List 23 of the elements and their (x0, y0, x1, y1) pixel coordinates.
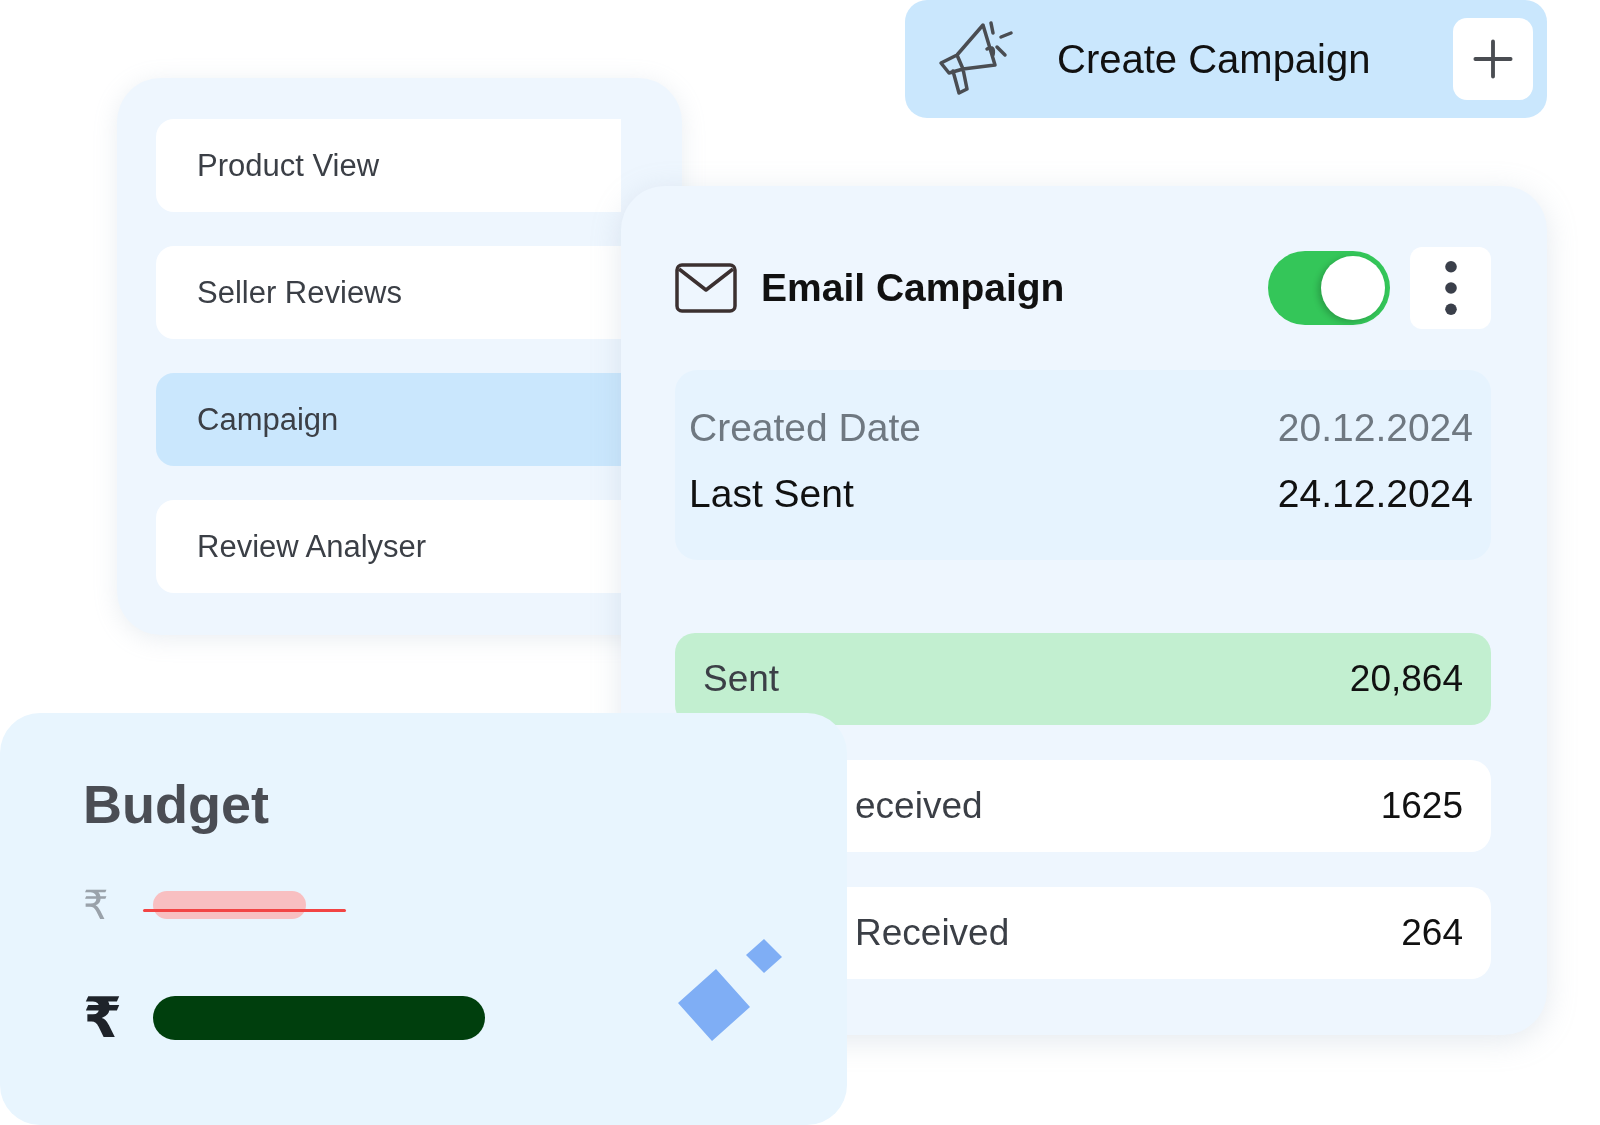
currency-symbol: ₹ (83, 985, 123, 1050)
info-value: 24.12.2024 (1277, 472, 1473, 516)
more-options-button[interactable] (1410, 247, 1491, 329)
budget-title: Budget (83, 773, 270, 835)
info-label: Last Sent (689, 472, 854, 516)
stat-value: 1625 (1380, 785, 1463, 827)
create-campaign-button[interactable]: Create Campaign (905, 0, 1547, 118)
stat-label: Received (855, 912, 1010, 954)
nav-item[interactable]: Review Analyser (156, 500, 621, 593)
stat-value: 20,864 (1349, 658, 1463, 700)
nav-item[interactable]: Campaign (156, 373, 621, 466)
stat-label: eceived (855, 785, 983, 827)
vertical-dots-icon (1443, 259, 1458, 317)
info-label: Created Date (689, 406, 921, 450)
campaign-title: Email Campaign (761, 266, 1066, 310)
currency-symbol: ₹ (83, 882, 110, 928)
nav-item[interactable]: Product View (156, 119, 621, 212)
nav-item[interactable]: Seller Reviews (156, 246, 621, 339)
mail-icon (675, 263, 737, 313)
stat-value: 264 (1401, 912, 1463, 954)
plus-icon (1453, 18, 1533, 100)
info-value: 20.12.2024 (1277, 406, 1473, 450)
stat-label: Sent (703, 658, 780, 700)
